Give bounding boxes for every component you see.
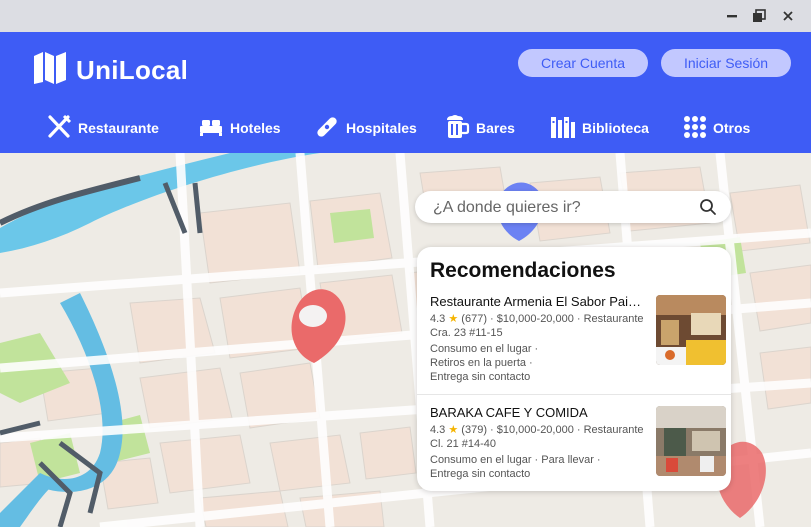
recommendation-card[interactable]: Restaurante Armenia El Sabor Paisa Cafe … bbox=[430, 294, 726, 384]
map-logo-icon bbox=[32, 50, 68, 91]
books-icon bbox=[550, 114, 576, 143]
service-item: Entrega sin contacto bbox=[430, 371, 531, 383]
recommendations-title: Recomendaciones bbox=[430, 259, 616, 282]
close-icon[interactable] bbox=[778, 6, 798, 26]
place-details: · $10,000-20,000 · Restaurante bbox=[490, 313, 644, 325]
place-name: Restaurante Armenia El Sabor Paisa Cafe bbox=[430, 294, 645, 309]
grid-icon bbox=[683, 115, 707, 142]
nav-label: Bares bbox=[476, 120, 515, 136]
search-input[interactable] bbox=[431, 195, 695, 221]
nav-item-bares[interactable]: Bares bbox=[444, 114, 515, 142]
nav-item-biblioteca[interactable]: Biblioteca bbox=[550, 114, 649, 142]
service-item: Consumo en el lugar · Para llevar · bbox=[430, 454, 601, 466]
recommendation-card[interactable]: BARAKA CAFE Y COMIDA 4.3 ★ (379) · $10,0… bbox=[430, 405, 726, 481]
nav-item-restaurante[interactable]: Restaurante bbox=[46, 114, 159, 142]
review-count: (677) bbox=[461, 313, 487, 325]
nav-item-otros[interactable]: Otros bbox=[683, 114, 750, 142]
restore-icon[interactable] bbox=[749, 6, 769, 26]
place-meta: 4.3 ★ (379) · $10,000-20,000 · Restauran… bbox=[430, 423, 645, 437]
place-photo[interactable] bbox=[656, 295, 726, 365]
search-icon[interactable] bbox=[699, 198, 717, 221]
beer-icon bbox=[444, 114, 470, 143]
create-account-button[interactable]: Crear Cuenta bbox=[518, 49, 648, 77]
rating: 4.3 bbox=[430, 313, 446, 325]
place-address: Cl. 21 #14-40 bbox=[430, 438, 497, 450]
service-item: Consumo en el lugar · bbox=[430, 343, 539, 355]
rating: 4.3 bbox=[430, 424, 446, 436]
service-item: Retiros en la puerta · bbox=[430, 357, 533, 369]
nav-item-hoteles[interactable]: Hoteles bbox=[198, 114, 281, 142]
nav-item-hospitales[interactable]: Hospitales bbox=[314, 114, 417, 142]
nav-label: Restaurante bbox=[78, 120, 159, 136]
nav-label: Biblioteca bbox=[582, 120, 649, 136]
app-title: UniLocal bbox=[76, 54, 189, 85]
review-count: (379) bbox=[461, 424, 487, 436]
utensils-icon bbox=[46, 114, 72, 143]
place-details: · $10,000-20,000 · Restaurante bbox=[490, 424, 644, 436]
service-item: Entrega sin contacto bbox=[430, 468, 531, 480]
minimize-icon[interactable] bbox=[722, 6, 742, 26]
place-address: Cra. 23 #11-15 bbox=[430, 327, 503, 339]
nav-label: Hoteles bbox=[230, 120, 281, 136]
search-bar[interactable] bbox=[415, 191, 731, 223]
nav-label: Otros bbox=[713, 120, 751, 136]
place-name: BARAKA CAFE Y COMIDA bbox=[430, 405, 588, 420]
bandage-icon bbox=[314, 114, 340, 143]
recommendations-panel: Recomendaciones Restaurante Armenia El S… bbox=[417, 247, 731, 491]
window-titlebar bbox=[0, 0, 811, 32]
place-photo[interactable] bbox=[656, 406, 726, 476]
login-button[interactable]: Iniciar Sesión bbox=[661, 49, 791, 77]
bed-icon bbox=[198, 116, 224, 141]
app-header: UniLocal Crear Cuenta Iniciar Sesión Res… bbox=[0, 32, 811, 153]
star-icon: ★ bbox=[448, 313, 459, 325]
brand[interactable]: UniLocal bbox=[32, 50, 189, 91]
star-icon: ★ bbox=[448, 424, 459, 436]
nav-label: Hospitales bbox=[346, 120, 417, 136]
place-meta: 4.3 ★ (677) · $10,000-20,000 · Restauran… bbox=[430, 312, 645, 326]
divider bbox=[417, 394, 731, 395]
